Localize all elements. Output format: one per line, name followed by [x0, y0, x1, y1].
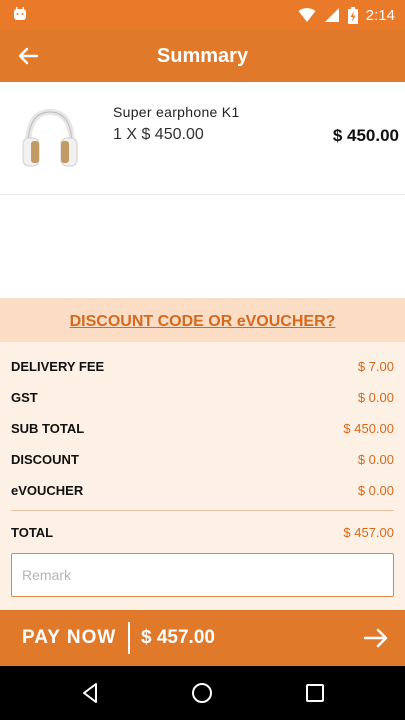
product-quantity: 1 X $ 450.00 [113, 126, 204, 143]
headphones-icon [22, 108, 78, 167]
wifi-icon [298, 8, 316, 22]
total-label: TOTAL [11, 524, 54, 540]
order-summary: DELIVERY FEE $ 7.00 GST $ 0.00 SUB TOTAL… [0, 342, 405, 610]
summary-divider [11, 510, 394, 511]
summary-value: $ 0.00 [357, 451, 394, 467]
summary-label: GST [11, 389, 38, 405]
signal-icon [324, 8, 339, 22]
cart-item: Super earphone K1 1 X $ 450.00 $ 450.00 [0, 82, 405, 195]
summary-row-total: TOTAL $ 457.00 [11, 522, 394, 542]
summary-row-sub-total: SUB TOTAL $ 450.00 [11, 418, 394, 438]
pay-bar-divider [128, 622, 130, 654]
summary-label: DELIVERY FEE [11, 358, 105, 374]
summary-value: $ 0.00 [357, 389, 394, 405]
discount-section: DISCOUNT CODE OR eVOUCHER? [0, 298, 405, 342]
discount-code-link[interactable]: DISCOUNT CODE OR eVOUCHER? [70, 313, 336, 331]
summary-row-discount: DISCOUNT $ 0.00 [11, 449, 394, 469]
summary-value: $ 7.00 [357, 358, 394, 374]
pay-amount: $ 457.00 [141, 627, 215, 648]
arrow-right-icon [363, 628, 388, 648]
pay-now-label: PAY NOW [22, 627, 117, 648]
summary-label: DISCOUNT [11, 451, 79, 467]
android-icon [14, 7, 26, 20]
system-nav-bar [0, 666, 405, 720]
summary-row-evoucher: eVOUCHER $ 0.00 [11, 480, 394, 500]
recents-square-icon[interactable] [302, 680, 328, 706]
status-icons: 2:14 [298, 0, 395, 30]
app-bar: Summary [0, 30, 405, 82]
remark-input[interactable] [11, 553, 394, 597]
status-bar: 2:14 [0, 0, 405, 30]
battery-charging-icon [347, 6, 358, 24]
product-name: Super earphone K1 [113, 104, 240, 120]
summary-label: eVOUCHER [11, 482, 84, 498]
summary-label: SUB TOTAL [11, 420, 85, 436]
home-circle-icon[interactable] [189, 680, 215, 706]
summary-row-gst: GST $ 0.00 [11, 387, 394, 407]
page-title: Summary [156, 45, 249, 67]
product-total: $ 450.00 [332, 126, 399, 145]
summary-row-delivery-fee: DELIVERY FEE $ 7.00 [11, 356, 394, 376]
total-value: $ 457.00 [343, 524, 394, 540]
summary-value: $ 0.00 [357, 482, 394, 498]
status-time: 2:14 [365, 6, 395, 24]
summary-value: $ 450.00 [343, 420, 394, 436]
back-triangle-icon[interactable] [77, 680, 103, 706]
pay-now-button[interactable]: PAY NOW $ 457.00 [0, 610, 405, 666]
